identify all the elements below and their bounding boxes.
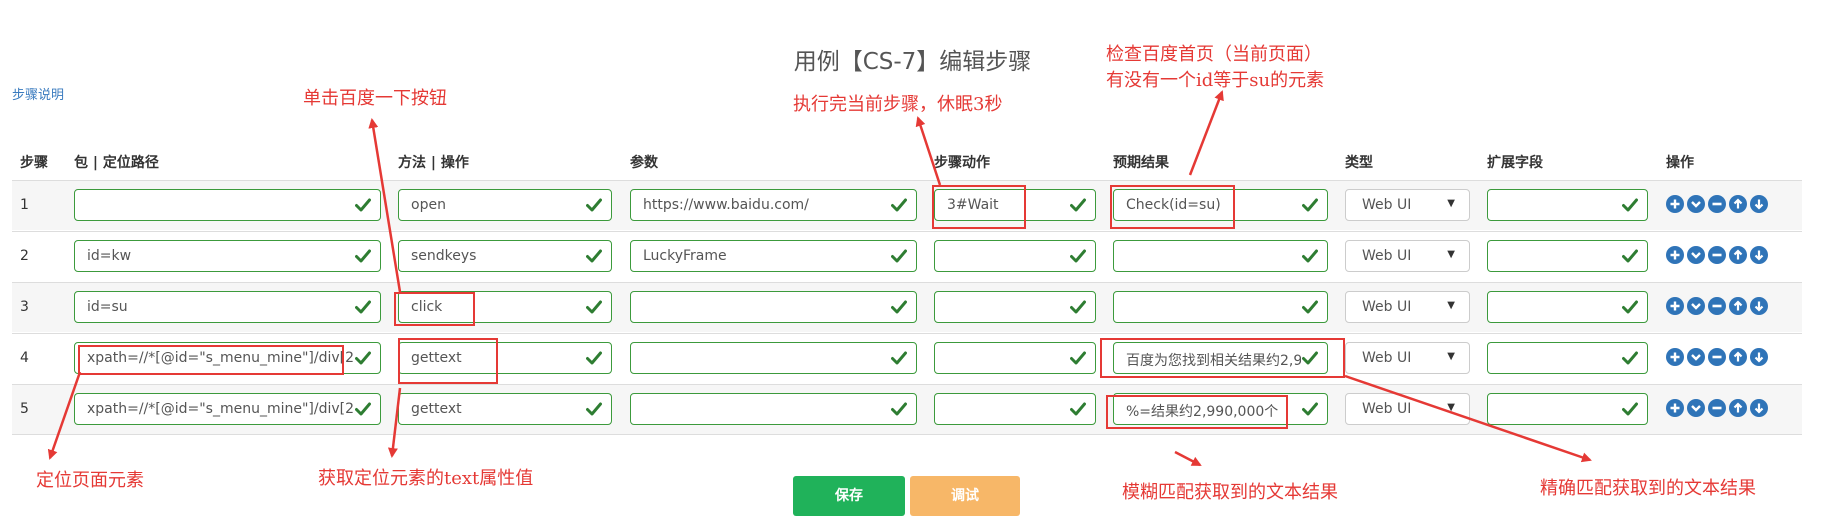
annotation-fuzzy: 模糊匹配获取到的文本结果 [1122,482,1338,503]
annotation-exact: 精确匹配获取到的文本结果 [1540,478,1756,499]
annotation-check-line2: 有没有一个id等于su的元素 [1106,70,1325,91]
annotation-sleep: 执行完当前步骤，休眠3秒 [793,94,1003,115]
annotation-get-text: 获取定位元素的text属性值 [318,468,534,489]
annotation-locate: 定位页面元素 [36,470,144,491]
annotation-arrows [47,90,1592,467]
annotation-click-button: 单击百度一下按钮 [303,88,447,109]
annotation-check-line1: 检查百度首页（当前页面） [1106,44,1322,65]
